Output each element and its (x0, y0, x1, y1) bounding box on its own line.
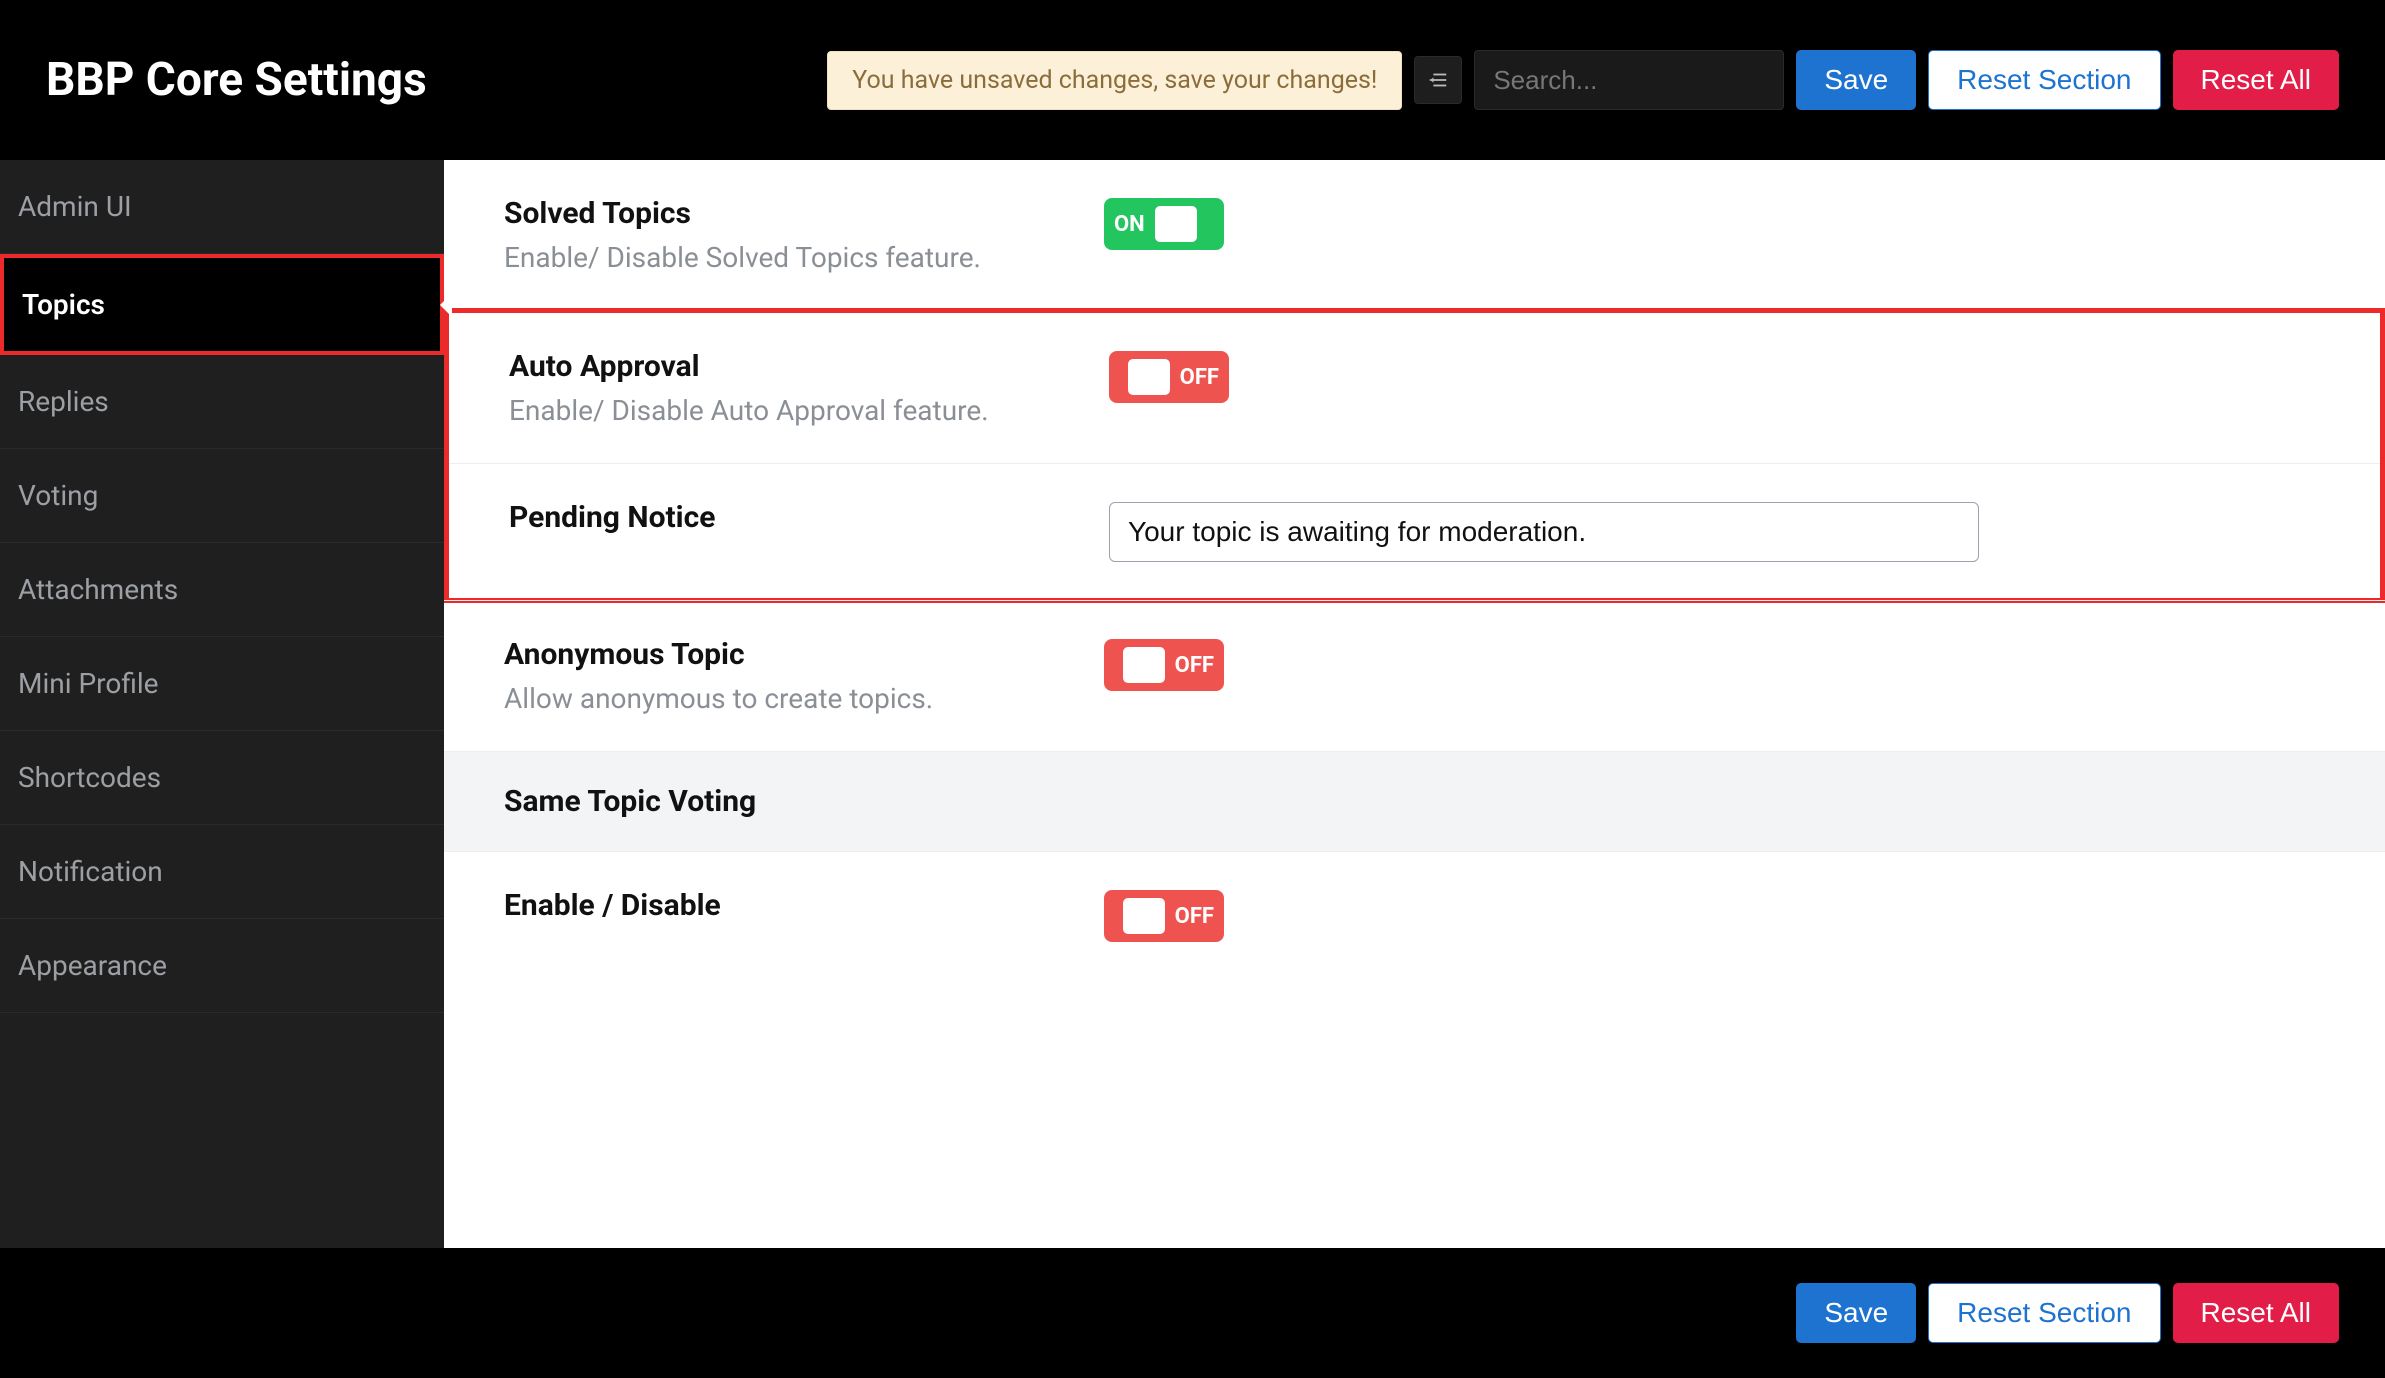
header-actions: You have unsaved changes, save your chan… (827, 50, 2339, 110)
pending-notice-input[interactable] (1109, 502, 1979, 562)
toggle-label: ON (1114, 212, 1145, 237)
setting-title: Anonymous Topic (504, 637, 1104, 672)
sidebar-item-label: Shortcodes (18, 761, 161, 794)
body: Admin UI Topics Replies Voting Attachmen… (0, 160, 2385, 1248)
sidebar-item-label: Voting (18, 479, 98, 512)
sidebar-item-appearance[interactable]: Appearance (0, 919, 444, 1013)
setting-title: Enable / Disable (504, 888, 1104, 923)
sidebar-item-label: Topics (22, 288, 105, 321)
setting-auto-approval: Auto Approval Enable/ Disable Auto Appro… (449, 313, 2380, 464)
same-topic-voting-toggle[interactable]: OFF (1104, 890, 1224, 942)
sidebar-item-shortcodes[interactable]: Shortcodes (0, 731, 444, 825)
unsaved-changes-banner: You have unsaved changes, save your chan… (827, 51, 1402, 110)
sidebar-item-voting[interactable]: Voting (0, 449, 444, 543)
sidebar-item-topics[interactable]: Topics (0, 254, 444, 355)
sidebar-item-notification[interactable]: Notification (0, 825, 444, 919)
collapse-icon[interactable] (1414, 56, 1462, 104)
footer-reset-section-button[interactable]: Reset Section (1928, 1283, 2160, 1343)
toggle-knob (1123, 898, 1165, 934)
toggle-label: OFF (1175, 653, 1214, 678)
reset-all-button[interactable]: Reset All (2173, 50, 2340, 110)
sidebar-item-replies[interactable]: Replies (0, 355, 444, 449)
sidebar-item-label: Appearance (18, 949, 167, 982)
sidebar-item-admin-ui[interactable]: Admin UI (0, 160, 444, 254)
setting-pending-notice: Pending Notice (449, 464, 2380, 598)
sidebar-item-mini-profile[interactable]: Mini Profile (0, 637, 444, 731)
setting-desc: Allow anonymous to create topics. (504, 682, 1104, 715)
highlight-box: Auto Approval Enable/ Disable Auto Appro… (444, 308, 2385, 603)
setting-solved-topics: Solved Topics Enable/ Disable Solved Top… (444, 160, 2385, 311)
search-input[interactable] (1474, 50, 1784, 110)
setting-title: Solved Topics (504, 196, 1104, 231)
toggle-knob (1123, 647, 1165, 683)
sidebar-item-label: Mini Profile (18, 667, 159, 700)
setting-title: Pending Notice (509, 500, 1109, 535)
anonymous-topic-toggle[interactable]: OFF (1104, 639, 1224, 691)
save-button[interactable]: Save (1796, 50, 1916, 110)
sidebar-item-attachments[interactable]: Attachments (0, 543, 444, 637)
toggle-knob (1155, 206, 1197, 242)
setting-desc: Enable/ Disable Auto Approval feature. (509, 394, 1109, 427)
sidebar: Admin UI Topics Replies Voting Attachmen… (0, 160, 444, 1248)
content: Solved Topics Enable/ Disable Solved Top… (444, 160, 2385, 1248)
page-title: BBP Core Settings (46, 53, 427, 107)
setting-same-topic-voting-enable: Enable / Disable OFF (444, 852, 2385, 978)
toggle-label: OFF (1180, 365, 1219, 390)
footer-save-button[interactable]: Save (1796, 1283, 1916, 1343)
toggle-knob (1128, 359, 1170, 395)
sidebar-item-label: Admin UI (18, 190, 132, 223)
setting-desc: Enable/ Disable Solved Topics feature. (504, 241, 1104, 274)
sidebar-item-label: Notification (18, 855, 163, 888)
setting-title: Auto Approval (509, 349, 1109, 384)
section-heading-same-topic-voting: Same Topic Voting (444, 752, 2385, 852)
footer-reset-all-button[interactable]: Reset All (2173, 1283, 2340, 1343)
auto-approval-toggle[interactable]: OFF (1109, 351, 1229, 403)
sidebar-item-label: Replies (18, 385, 109, 418)
reset-section-button[interactable]: Reset Section (1928, 50, 2160, 110)
setting-anonymous-topic: Anonymous Topic Allow anonymous to creat… (444, 600, 2385, 752)
app-root: BBP Core Settings You have unsaved chang… (0, 0, 2385, 1378)
sidebar-item-label: Attachments (18, 573, 178, 606)
footer: Save Reset Section Reset All (0, 1248, 2385, 1378)
header: BBP Core Settings You have unsaved chang… (0, 0, 2385, 160)
solved-topics-toggle[interactable]: ON (1104, 198, 1224, 250)
toggle-label: OFF (1175, 904, 1214, 929)
